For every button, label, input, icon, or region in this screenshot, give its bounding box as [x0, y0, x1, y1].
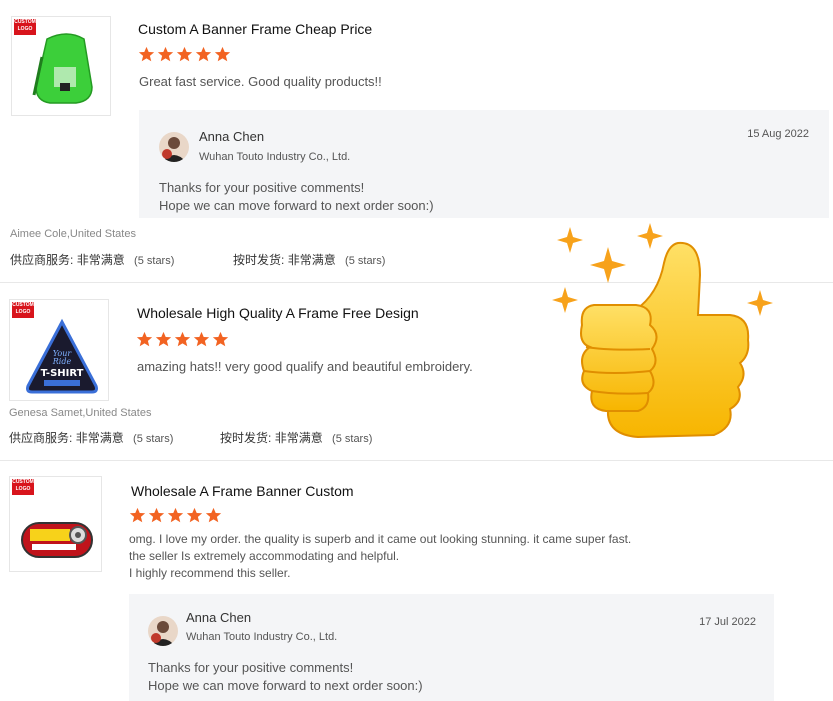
ontime-ratings: 按时发货: 非常满意 (5 stars) — [220, 429, 372, 446]
supplier-service-value: 非常满意 — [76, 253, 125, 267]
star-icon — [176, 46, 193, 62]
rating-stars — [129, 507, 222, 524]
svg-text:Ride: Ride — [52, 357, 72, 366]
reply-text: Thanks for your positive comments! Hope … — [148, 659, 423, 695]
svg-text:T-SHIRT: T-SHIRT — [41, 368, 84, 379]
reply-line: Hope we can move forward to next order s… — [159, 198, 434, 213]
ontime-stars: (5 stars) — [345, 255, 386, 267]
supplier-ratings: 供应商服务: 非常满意 (5 stars) — [9, 429, 173, 446]
comment-line: I highly recommend this seller. — [129, 566, 291, 580]
rating-stars — [138, 46, 231, 63]
star-icon — [138, 46, 155, 62]
supplier-ratings: 供应商服务: 非常满意 (5 stars) — [10, 251, 174, 268]
supplier-service-label: 供应商服务: — [9, 431, 73, 445]
reply-line: Thanks for your positive comments! — [148, 660, 354, 675]
ontime-label: 按时发货: — [220, 431, 272, 445]
reply-author-name: Anna Chen — [186, 610, 252, 625]
ontime-value: 非常满意 — [287, 253, 336, 267]
comment-line: the seller Is extremely accommodating an… — [129, 549, 400, 563]
tire-badge-icon — [21, 522, 93, 558]
review-comment: Great fast service. Good quality product… — [139, 73, 382, 90]
star-icon — [212, 331, 229, 347]
star-icon — [148, 507, 165, 523]
star-icon — [174, 331, 191, 347]
review-comment: amazing hats!! very good qualify and bea… — [137, 358, 473, 375]
review-3: CUSTOM LOGO Wholesale A Frame Banner Cust… — [0, 462, 833, 701]
product-title[interactable]: Custom A Banner Frame Cheap Price — [138, 21, 372, 37]
star-icon — [129, 507, 146, 523]
seller-reply: Anna Chen Wuhan Touto Industry Co., Ltd.… — [139, 110, 829, 218]
reply-company: Wuhan Touto Industry Co., Ltd. — [199, 151, 351, 163]
star-icon — [157, 46, 174, 62]
star-icon — [167, 507, 184, 523]
star-icon — [193, 331, 210, 347]
seller-reply: Anna Chen Wuhan Touto Industry Co., Ltd.… — [129, 594, 774, 701]
star-icon — [136, 331, 153, 347]
ontime-label: 按时发货: — [233, 253, 285, 267]
star-icon — [155, 331, 172, 347]
rating-stars — [136, 331, 229, 348]
supplier-service-label: 供应商服务: — [10, 253, 74, 267]
comment-line: Great fast service. Good quality product… — [139, 74, 382, 89]
tshirt-patch-icon: Your Ride T-SHIRT — [26, 318, 98, 394]
ontime-stars: (5 stars) — [332, 433, 373, 445]
comment-line: omg. I love my order. the quality is sup… — [129, 532, 632, 546]
star-icon — [195, 46, 212, 62]
reply-company: Wuhan Touto Industry Co., Ltd. — [186, 631, 338, 643]
comment-line: amazing hats!! very good qualify and bea… — [137, 359, 473, 374]
star-icon — [205, 507, 222, 523]
supplier-service-value: 非常满意 — [75, 431, 124, 445]
reply-line: Thanks for your positive comments! — [159, 180, 365, 195]
product-thumbnail[interactable]: CUSTOM LOGO Your Ride T-SHIRT — [9, 299, 109, 401]
reply-date: 15 Aug 2022 — [747, 128, 809, 140]
review-comment: omg. I love my order. the quality is sup… — [129, 531, 631, 582]
reply-line: Hope we can move forward to next order s… — [148, 678, 423, 693]
product-thumbnail[interactable]: CUSTOM LOGO — [9, 476, 102, 572]
thumbs-up-icon — [552, 223, 773, 439]
reply-author-name: Anna Chen — [199, 129, 265, 144]
ontime-value: 非常满意 — [274, 431, 323, 445]
supplier-service-stars: (5 stars) — [133, 433, 174, 445]
product-title[interactable]: Wholesale A Frame Banner Custom — [131, 483, 354, 499]
ontime-ratings: 按时发货: 非常满意 (5 stars) — [233, 251, 385, 268]
reply-date: 17 Jul 2022 — [699, 616, 756, 628]
green-backpack-icon — [32, 33, 93, 104]
avatar — [159, 132, 189, 162]
reply-text: Thanks for your positive comments! Hope … — [159, 179, 434, 215]
supplier-service-stars: (5 stars) — [134, 255, 175, 267]
star-icon — [186, 507, 203, 523]
review-divider — [0, 460, 833, 461]
avatar — [148, 616, 178, 646]
star-icon — [214, 46, 231, 62]
buyer-info: Genesa Samet,United States — [9, 407, 152, 419]
product-title[interactable]: Wholesale High Quality A Frame Free Desi… — [137, 305, 419, 321]
product-thumbnail[interactable]: CUSTOM LOGO — [11, 16, 111, 116]
buyer-info: Aimee Cole,United States — [10, 228, 136, 240]
